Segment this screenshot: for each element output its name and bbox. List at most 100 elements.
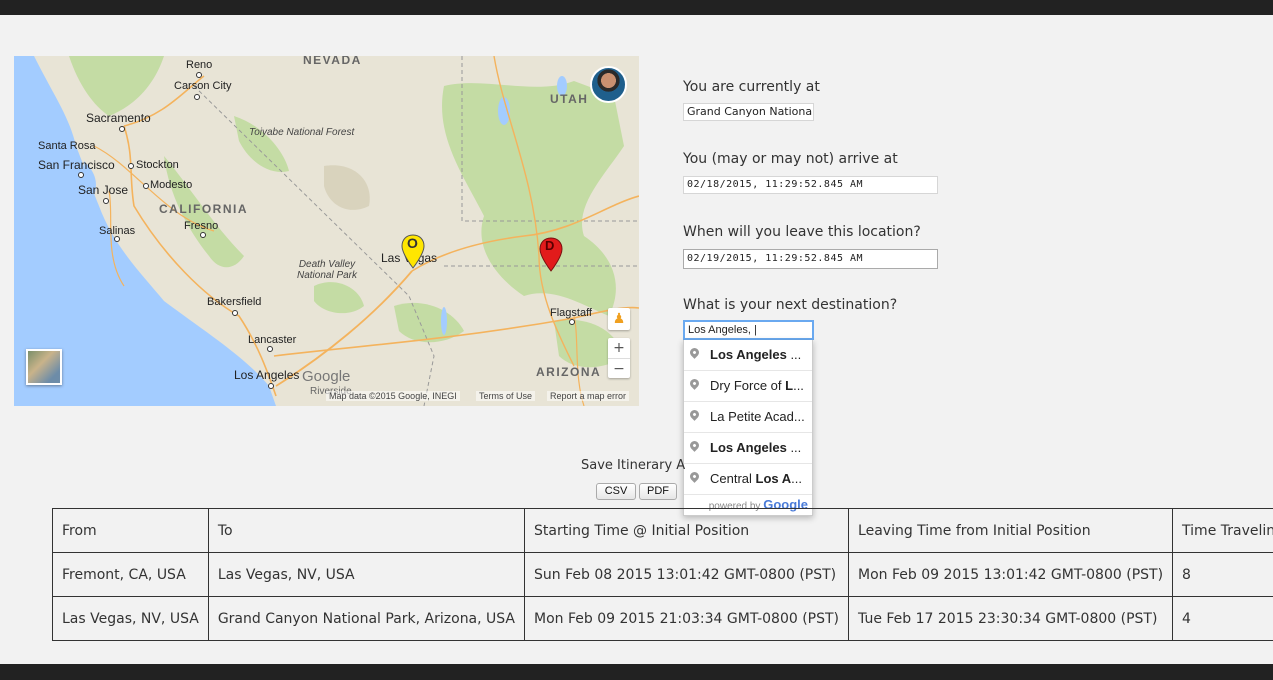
table-cell: Grand Canyon National Park, Arizona, USA xyxy=(207,596,526,641)
state-label-arizona: ARIZONA xyxy=(536,365,602,379)
autocomplete-text: ... xyxy=(793,409,805,424)
table-cell: Las Vegas, NV, USA xyxy=(207,552,526,597)
city-label-fresno: Fresno xyxy=(184,220,219,232)
city-dot xyxy=(119,126,125,132)
city-label-san-jose: San Jose xyxy=(78,183,129,197)
autocomplete-match: Los A xyxy=(755,471,792,486)
location-pin-icon xyxy=(688,408,701,421)
user-avatar[interactable] xyxy=(590,66,627,103)
pegman-icon[interactable]: ♟ xyxy=(608,308,630,330)
location-pin-icon xyxy=(688,439,701,452)
city-dot xyxy=(267,346,273,352)
table-cell: 8 xyxy=(1172,552,1273,597)
table-cell: 4 xyxy=(1172,596,1273,641)
city-label-sacramento: Sacramento xyxy=(86,111,151,125)
city-label-carson-city: Carson City xyxy=(174,80,232,92)
autocomplete-item[interactable]: Los Angeles ... xyxy=(684,340,812,371)
city-dot xyxy=(103,198,109,204)
csv-button[interactable]: CSV xyxy=(596,483,636,500)
top-bar xyxy=(0,0,1273,15)
location-pin-icon xyxy=(688,377,701,390)
zoom-in-button[interactable]: + xyxy=(608,338,630,358)
autocomplete-item[interactable]: La Petite Acad... xyxy=(684,402,812,433)
origin-marker-label: O xyxy=(407,235,418,251)
autocomplete-item[interactable]: Central Los A... xyxy=(684,464,812,495)
autocomplete-item[interactable]: Los Angeles ... xyxy=(684,433,812,464)
city-dot xyxy=(194,94,200,100)
autocomplete-item[interactable]: Dry Force of L... xyxy=(684,371,812,402)
bottom-bar xyxy=(0,664,1273,680)
table-header: To xyxy=(207,508,526,553)
table-cell: Mon Feb 09 2015 13:01:42 GMT-0800 (PST) xyxy=(848,552,1174,597)
city-label-san-francisco: San Francisco xyxy=(38,158,115,172)
next-destination-input[interactable]: Los Angeles, | xyxy=(683,320,814,340)
city-label-flagstaff: Flagstaff xyxy=(550,307,592,319)
state-label-utah: UTAH xyxy=(550,92,589,106)
leave-time-label: When will you leave this location? xyxy=(683,224,921,240)
city-dot xyxy=(196,72,202,78)
city-dot xyxy=(114,236,120,242)
pdf-button[interactable]: PDF xyxy=(639,483,677,500)
autocomplete-match: Los Angeles xyxy=(710,440,787,455)
city-label-modesto: Modesto xyxy=(150,179,193,191)
table-header: Starting Time @ Initial Position xyxy=(524,508,850,553)
location-pin-icon xyxy=(688,346,701,359)
arrive-time-input[interactable]: 02/18/2015, 11:29:52.845 AM xyxy=(683,176,938,194)
city-dot xyxy=(200,232,206,238)
state-label-nevada: NEVADA xyxy=(303,56,362,67)
city-label-los-angeles: Los Angeles xyxy=(234,368,300,382)
city-label-stockton: Stockton xyxy=(136,159,179,171)
autocomplete-match: Los Angeles xyxy=(710,347,787,362)
zoom-control: + − xyxy=(608,338,630,378)
google-logo: Google xyxy=(302,368,351,385)
table-header-row: From To Starting Time @ Initial Position… xyxy=(52,508,1273,553)
leave-time-input[interactable]: 02/19/2015, 11:29:52.845 AM xyxy=(683,249,938,269)
autocomplete-text: La Petite Acad xyxy=(710,409,794,424)
table-header: From xyxy=(52,508,209,553)
city-label-reno: Reno xyxy=(186,59,213,71)
autocomplete-dropdown: Los Angeles ... Dry Force of L... La Pet… xyxy=(683,340,813,516)
table-cell: Mon Feb 09 2015 21:03:34 GMT-0800 (PST) xyxy=(524,596,850,641)
table-header: Time Traveling xyxy=(1172,508,1273,553)
park-label-death-valley: Death Valley National Park xyxy=(296,259,358,281)
city-dot xyxy=(143,183,149,189)
city-label-santa-rosa: Santa Rosa xyxy=(38,140,96,152)
state-label-california: CALIFORNIA xyxy=(159,202,248,216)
current-location-input[interactable]: Grand Canyon National xyxy=(683,103,814,121)
itinerary-table: From To Starting Time @ Initial Position… xyxy=(52,508,1273,641)
table-row: Fremont, CA, USA Las Vegas, NV, USA Sun … xyxy=(52,552,1273,597)
city-dot xyxy=(232,310,238,316)
report-error-link[interactable]: Report a map error xyxy=(547,391,630,401)
table-cell: Sun Feb 08 2015 13:01:42 GMT-0800 (PST) xyxy=(524,552,850,597)
autocomplete-text: ... xyxy=(786,347,802,362)
map-attribution: Map data ©2015 Google, INEGI xyxy=(326,391,460,401)
autocomplete-match: L xyxy=(785,378,794,393)
table-header: Leaving Time from Initial Position xyxy=(848,508,1174,553)
table-cell: Fremont, CA, USA xyxy=(52,552,209,597)
map[interactable]: NEVADA UTAH CALIFORNIA ARIZONA Reno Cars… xyxy=(14,56,639,406)
city-label-bakersfield: Bakersfield xyxy=(207,296,262,308)
location-pin-icon xyxy=(688,470,701,483)
next-destination-label: What is your next destination? xyxy=(683,297,898,313)
city-dot xyxy=(268,383,274,389)
city-label-lancaster: Lancaster xyxy=(248,334,297,346)
autocomplete-text: Central xyxy=(710,471,756,486)
autocomplete-text: ... xyxy=(793,378,804,393)
satellite-toggle-button[interactable] xyxy=(26,349,62,385)
save-itinerary-label: Save Itinerary A xyxy=(581,458,686,473)
table-cell: Las Vegas, NV, USA xyxy=(52,596,209,641)
autocomplete-text: Dry Force of xyxy=(710,378,786,393)
destination-marker-label: D xyxy=(545,238,555,253)
current-location-label: You are currently at xyxy=(683,79,820,95)
arrive-time-label: You (may or may not) arrive at xyxy=(683,151,898,167)
table-row: Las Vegas, NV, USA Grand Canyon National… xyxy=(52,596,1273,641)
park-label-toiyabe: Toiyabe National Forest xyxy=(249,127,355,138)
city-dot xyxy=(128,163,134,169)
city-dot xyxy=(569,319,575,325)
autocomplete-text: ... xyxy=(791,471,803,486)
terms-link[interactable]: Terms of Use xyxy=(476,391,536,401)
zoom-out-button[interactable]: − xyxy=(608,358,630,379)
autocomplete-text: ... xyxy=(786,440,802,455)
city-dot xyxy=(78,172,84,178)
table-cell: Tue Feb 17 2015 23:30:34 GMT-0800 (PST) xyxy=(848,596,1174,641)
